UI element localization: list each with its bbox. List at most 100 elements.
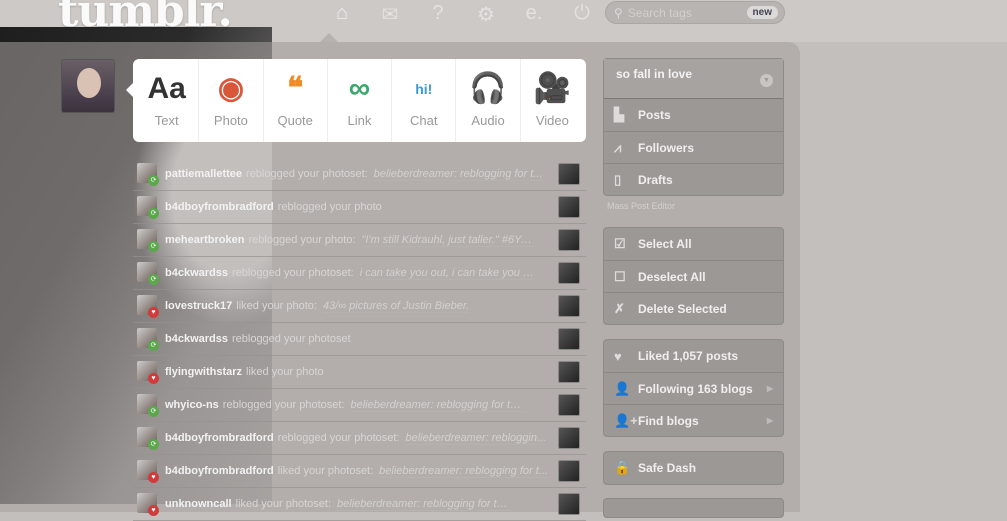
sidebar-item-drafts[interactable]: ▯ Drafts (604, 163, 783, 195)
post-excerpt-link[interactable]: belieberdreamer: reblogging for t... (379, 465, 548, 478)
select-all-icon: ☑ (614, 236, 626, 251)
like-badge-icon: ♥ (148, 307, 159, 318)
mass-post-editor-link[interactable]: Mass Post Editor (607, 201, 675, 211)
power-icon[interactable]: ⏻ (558, 2, 606, 27)
notification-row[interactable]: ⟳ b4dboyfrombradford reblogged your photos… (133, 422, 586, 455)
post-type-label: Text (154, 113, 179, 128)
notification-row[interactable]: ⟳ b4ckwardss reblogged your photoset: i can… (133, 257, 586, 290)
explore-icon[interactable]: e. (510, 2, 558, 27)
action-text: reblogged your photoset: (231, 267, 354, 279)
sidebar-item-label: Select All (638, 237, 692, 251)
action-text: liked your photo (246, 366, 324, 378)
sidebar-item-label: Following 163 blogs (638, 381, 753, 396)
post-type-link-button[interactable]: ∞ Link (328, 59, 393, 142)
post-excerpt-link[interactable]: belieberdreamer: reblogging for the 30t.… (350, 399, 526, 412)
post-thumbnail[interactable] (558, 163, 580, 185)
post-type-label: Quote (277, 113, 313, 128)
post-thumbnail[interactable] (558, 196, 580, 218)
sidebar-item-label: Posts (638, 108, 671, 122)
sidebar-item-find-blogs[interactable]: 👤+ Find blogs ▶ (604, 404, 783, 436)
social-menu: ♥ Liked 1,057 posts 👤 Following 163 blogs ▶ 👤… (603, 339, 784, 437)
action-text: reblogged your photoset: (246, 168, 368, 180)
blog-selector[interactable]: so fall in love ▼ (604, 59, 783, 99)
notification-row[interactable]: ♥ b4dboyfrombradford liked your photoset: b… (133, 455, 586, 488)
notification-row[interactable]: ⟳ whyico-ns reblogged your photoset: belieb… (133, 389, 586, 422)
home-icon[interactable]: ⌂ (318, 2, 366, 27)
sidebar-item-label: Delete Selected (638, 301, 727, 316)
sidebar-item-delete-selected[interactable]: ✗ Delete Selected (604, 292, 783, 324)
notification-row[interactable]: ⟳ b4dboyfrombradford reblogged your photo (133, 191, 586, 224)
username-link[interactable]: b4ckwardss (165, 333, 228, 345)
post-excerpt-link[interactable]: belieberdreamer: rebloggin... (405, 432, 547, 445)
post-type-video-button[interactable]: 🎥 Video (521, 59, 584, 142)
notification-row[interactable]: ⟳ meheartbroken reblogged your photo: "I'm … (133, 224, 586, 257)
username-link[interactable]: flyingwithstarz (165, 366, 242, 378)
gear-icon[interactable]: ⚙ (462, 2, 510, 27)
post-excerpt-link[interactable]: i can take you out, i can take you home (359, 267, 535, 280)
username-link[interactable]: lovestruck17 (165, 300, 232, 312)
notification-row[interactable]: ⟳ b4ckwardss reblogged your photoset (133, 323, 586, 356)
photo-icon: ◉ (217, 72, 245, 105)
post-type-photo-button[interactable]: ◉ Photo (199, 59, 264, 142)
tumblr-logo[interactable]: tumblr. (58, 0, 233, 37)
post-type-audio-button[interactable]: 🎧 Audio (456, 59, 521, 142)
select-menu: ☑ Select All ☐ Deselect All ✗ Delete Selected (603, 227, 784, 325)
notification-row[interactable]: ♥ lovestruck17 liked your photo: 43/∞ pictu… (133, 290, 586, 323)
action-text: reblogged your photoset: (277, 432, 400, 444)
username-link[interactable]: meheartbroken (165, 234, 244, 246)
chat-icon: hi! (415, 81, 433, 97)
username-link[interactable]: b4dboyfrombradford (165, 465, 274, 477)
post-excerpt-link[interactable]: "I'm still Kidrauhl, just taller." #6Yea… (361, 234, 537, 247)
search-icon: ⚲ (614, 5, 623, 20)
quote-icon: ❝ (287, 72, 304, 105)
deselect-all-icon: ☐ (614, 268, 626, 284)
username-link[interactable]: b4ckwardss (165, 267, 228, 279)
post-type-quote-button[interactable]: ❝ Quote (264, 59, 328, 142)
post-thumbnail[interactable] (558, 427, 580, 449)
notification-row[interactable]: ⟳ pattiemallettee reblogged your photoset:… (133, 158, 586, 191)
post-excerpt-link[interactable]: 43/∞ pictures of Justin Bieber. (322, 300, 470, 313)
search-box[interactable]: ⚲ new (605, 1, 785, 24)
chevron-down-icon[interactable]: ▼ (760, 74, 773, 87)
post-type-label: Chat (410, 113, 438, 128)
username-link[interactable]: b4dboyfrombradford (165, 201, 274, 213)
post-excerpt-link[interactable]: belieberdreamer: reblogging for the 30th… (337, 498, 513, 511)
reblog-badge-icon: ⟳ (148, 406, 159, 417)
sidebar-item-followers[interactable]: ⩘ Followers (604, 131, 783, 163)
post-thumbnail[interactable] (558, 394, 580, 416)
username-link[interactable]: pattiemallettee (165, 168, 242, 180)
post-thumbnail[interactable] (558, 328, 580, 350)
post-type-label: Video (535, 113, 569, 128)
sidebar-item-posts[interactable]: ▙ Posts (604, 99, 783, 131)
avatar[interactable] (61, 59, 115, 113)
reblog-badge-icon: ⟳ (148, 208, 159, 219)
sidebar-item-following-blogs[interactable]: 👤 Following 163 blogs ▶ (604, 372, 783, 404)
post-thumbnail[interactable] (558, 460, 580, 482)
sidebar-item-label: Liked 1,057 posts (638, 349, 739, 363)
following-blogs-icon: 👤 (614, 380, 631, 396)
active-nav-caret (320, 33, 338, 42)
post-excerpt-link[interactable]: belieberdreamer: reblogging for t... (373, 168, 543, 181)
post-type-chat-button[interactable]: hi! Chat (392, 59, 457, 142)
username-link[interactable]: unknowncall (165, 498, 232, 510)
username-link[interactable]: whyico-ns (165, 399, 219, 411)
post-thumbnail[interactable] (558, 295, 580, 317)
search-input[interactable] (627, 5, 738, 20)
post-thumbnail[interactable] (558, 229, 580, 251)
post-thumbnail[interactable] (558, 262, 580, 284)
reblog-badge-icon: ⟳ (148, 175, 159, 186)
notification-row[interactable]: ♥ flyingwithstarz liked your photo (133, 356, 586, 389)
username-link[interactable]: b4dboyfrombradford (165, 432, 274, 444)
sidebar-item-liked-posts[interactable]: ♥ Liked 1,057 posts (604, 340, 783, 372)
post-type-text-button[interactable]: Aa Text (135, 59, 200, 142)
post-thumbnail[interactable] (558, 361, 580, 383)
post-thumbnail[interactable] (558, 493, 580, 515)
mail-icon[interactable]: ✉ (366, 2, 414, 27)
sidebar-item-deselect-all[interactable]: ☐ Deselect All (604, 260, 783, 292)
link-icon: ∞ (348, 72, 371, 105)
sidebar-item-select-all[interactable]: ☑ Select All (604, 228, 783, 260)
safe-dash-toggle[interactable]: 🔒 Safe Dash (604, 452, 783, 484)
help-icon[interactable]: ? (414, 2, 462, 27)
notification-row[interactable]: ♥ unknowncall liked your photoset: belieber… (133, 488, 586, 521)
top-nav: ⌂ ✉? ⚙ e. ⏻ (318, 2, 606, 27)
